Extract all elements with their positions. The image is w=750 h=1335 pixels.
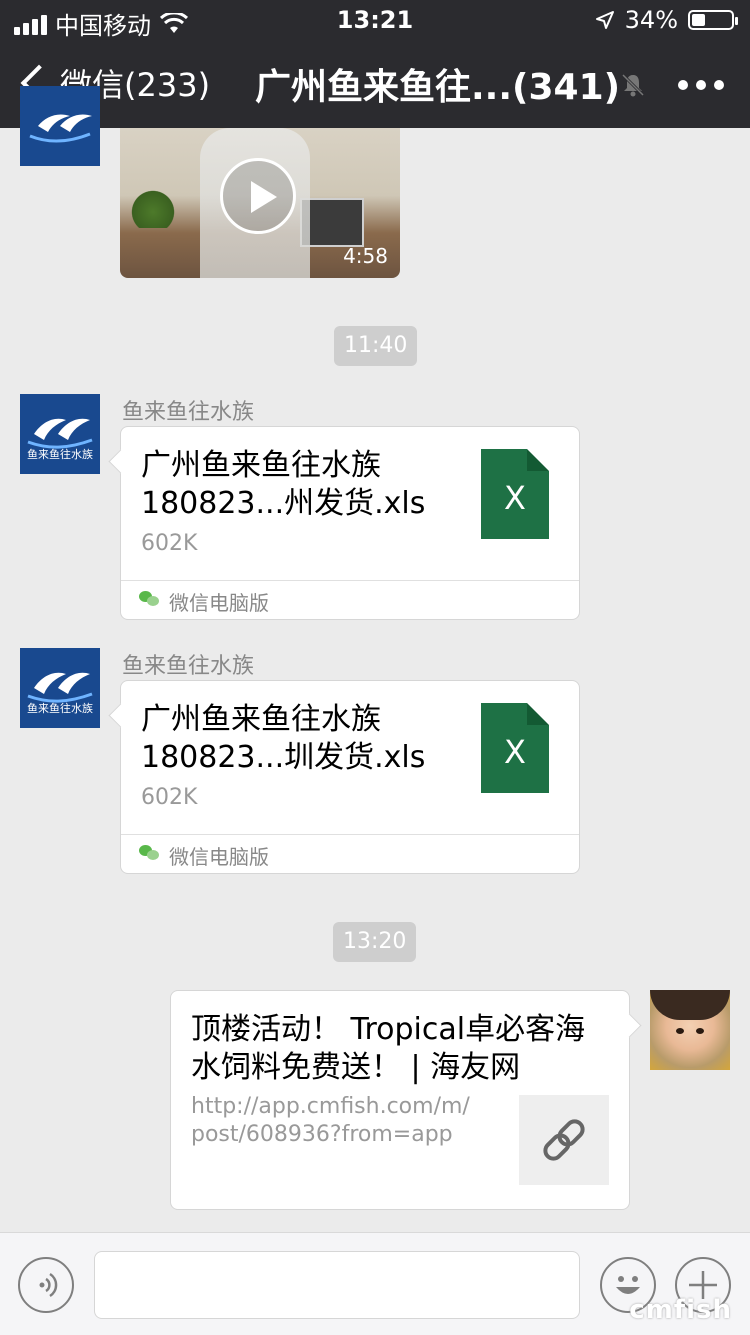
- video-message[interactable]: 4:58: [120, 128, 400, 278]
- sender-avatar[interactable]: [20, 86, 100, 166]
- excel-file-icon: X: [481, 703, 549, 793]
- fish-logo-icon: [29, 114, 92, 143]
- status-right: 34%: [595, 6, 738, 34]
- file-name-line2: 180823...州发货.xls: [141, 486, 426, 521]
- chat-title: 广州鱼来鱼往...(341): [255, 67, 621, 108]
- time-divider: 11:40: [334, 326, 418, 366]
- fish-logo-icon: [27, 418, 93, 449]
- sender-name: 鱼来鱼往水族: [122, 400, 255, 425]
- link-url: http://app.cmfish.com/m/ post/608936?fro…: [191, 1093, 491, 1149]
- avatar-hair: [650, 990, 730, 1020]
- file-size: 602K: [141, 531, 198, 556]
- file-name: 广州鱼来鱼往水族 180823...圳发货.xls: [141, 701, 461, 777]
- link-url-line2: post/608936?from=app: [191, 1122, 453, 1147]
- battery-icon: [688, 10, 738, 30]
- watermark: cmfish: [629, 1295, 732, 1325]
- status-bar: 中国移动 13:21 34%: [0, 0, 750, 42]
- avatar-eye: [696, 1028, 704, 1034]
- file-name-line2: 180823...圳发货.xls: [141, 740, 426, 775]
- user-avatar[interactable]: [650, 990, 730, 1070]
- wechat-icon: [139, 845, 159, 861]
- bell-off-icon: [621, 73, 645, 97]
- file-size: 602K: [141, 785, 198, 810]
- avatar-eye: [676, 1028, 684, 1034]
- voice-icon: [39, 1272, 58, 1298]
- excel-file-icon: X: [481, 449, 549, 539]
- logo-text: 鱼来鱼往水族: [27, 448, 93, 461]
- video-thumb-plant: [128, 188, 178, 228]
- play-icon[interactable]: [220, 158, 296, 234]
- more-horizontal-icon: [678, 80, 688, 90]
- battery-fill: [692, 14, 705, 26]
- file-source: 微信电脑版: [169, 591, 269, 615]
- video-duration: 4:58: [343, 244, 388, 268]
- file-name-line1: 广州鱼来鱼往水族: [141, 448, 381, 483]
- location-arrow-icon: [595, 11, 614, 29]
- sender-avatar[interactable]: 鱼来鱼往水族: [20, 394, 100, 474]
- file-footer: 微信电脑版: [121, 834, 579, 873]
- file-source: 微信电脑版: [169, 845, 269, 869]
- fish-logo-icon: [27, 672, 93, 703]
- link-title-line1: 顶楼活动！ Tropical卓必客海: [191, 1012, 586, 1047]
- voice-button[interactable]: [18, 1257, 74, 1313]
- battery-percent: 34%: [624, 6, 678, 34]
- link-url-line1: http://app.cmfish.com/m/: [191, 1094, 470, 1119]
- link-icon: [543, 1119, 585, 1161]
- link-thumbnail: [519, 1095, 609, 1185]
- link-title: 顶楼活动！ Tropical卓必客海 水饲料免费送！ | 海友网: [191, 1011, 611, 1087]
- excel-letter: X: [504, 479, 526, 517]
- input-bar: cmfish: [0, 1232, 750, 1335]
- top-bar: 中国移动 13:21 34% 微信(233) 广州鱼来鱼往...(341): [0, 0, 750, 128]
- nav-bar: 微信(233) 广州鱼来鱼往...(341): [0, 42, 750, 128]
- logo-text: 鱼来鱼往水族: [27, 702, 93, 715]
- time-divider: 13:20: [333, 922, 417, 962]
- excel-letter: X: [504, 733, 526, 771]
- link-title-line2: 水饲料免费送！ | 海友网: [191, 1050, 521, 1085]
- link-message[interactable]: 顶楼活动！ Tropical卓必客海 水饲料免费送！ | 海友网 http://…: [170, 990, 630, 1210]
- file-footer: 微信电脑版: [121, 580, 579, 619]
- more-button[interactable]: [678, 80, 724, 90]
- message-input[interactable]: [94, 1251, 580, 1319]
- sender-avatar[interactable]: 鱼来鱼往水族: [20, 648, 100, 728]
- file-message[interactable]: 广州鱼来鱼往水族 180823...州发货.xls 602K X 微信电脑版: [120, 426, 580, 620]
- wechat-icon: [139, 591, 159, 607]
- file-message[interactable]: 广州鱼来鱼往水族 180823...圳发货.xls 602K X 微信电脑版: [120, 680, 580, 874]
- sender-name: 鱼来鱼往水族: [122, 654, 255, 679]
- file-name-line1: 广州鱼来鱼往水族: [141, 702, 381, 737]
- file-name: 广州鱼来鱼往水族 180823...州发货.xls: [141, 447, 461, 523]
